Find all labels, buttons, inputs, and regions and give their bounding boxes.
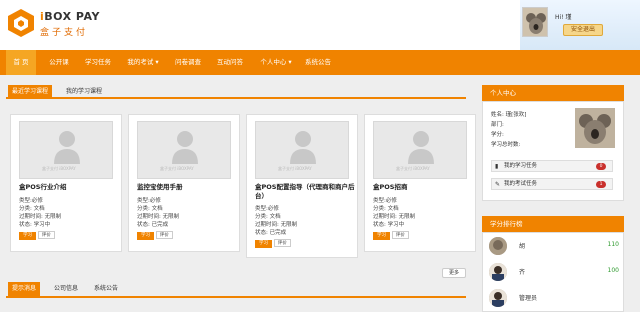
ranking-row: 胡 110 — [489, 235, 621, 259]
course-title[interactable]: 盒POS行业介绍 — [19, 183, 119, 192]
course-category: 分类: 文档 — [373, 206, 399, 212]
ranking-title: 学分排行榜 — [482, 216, 624, 232]
course-status: 状态: 学习中 — [373, 222, 405, 228]
ranking-body: 胡 110 齐 100 管理员 — [482, 232, 624, 312]
more-button[interactable]: 更多 — [442, 268, 466, 278]
edit-icon: ✎ — [495, 181, 501, 188]
evaluate-button[interactable]: 评价 — [273, 239, 291, 247]
avatar — [489, 289, 507, 307]
user-greeting: Hi! 瑾 — [555, 14, 572, 21]
course-type: 类型:必修 — [255, 206, 279, 212]
nav-personal-center[interactable]: 个人中心 ▾ — [254, 50, 298, 75]
nav-qa[interactable]: 互动问答 — [212, 50, 248, 75]
nav-learning-tasks[interactable]: 学习任务 — [80, 50, 116, 75]
task-count-badge: 0 — [596, 163, 606, 170]
my-learning-tasks-button[interactable]: ▮ 我的学习任务 0 — [491, 160, 613, 172]
personal-center-panel: 个人中心 姓名: 瑾[张欢] 部门: 学分: 学习总时数: ▮ 我的学习任务 0… — [482, 85, 624, 201]
course-expiry: 过期时间: 无限制 — [373, 214, 416, 220]
tab-my-courses[interactable]: 我的学习课程 — [62, 85, 106, 99]
learn-button[interactable]: 学习 — [137, 232, 154, 240]
user-name-line: 姓名: 瑾[张欢] — [491, 112, 527, 118]
course-status: 状态: 已完成 — [137, 222, 169, 228]
course-card[interactable]: 盒子支付 iBOXPAY 盒POS招商 类型:必修 分类: 文档 过期时间: 无… — [364, 114, 476, 252]
exam-count-badge: 1 — [596, 181, 606, 188]
user-credit-line: 学分: — [491, 132, 504, 138]
evaluate-button[interactable]: 评价 — [155, 231, 173, 239]
ranking-name: 齐 — [519, 269, 526, 276]
course-category: 分类: 文档 — [255, 214, 281, 220]
ranking-score: 100 — [607, 267, 619, 274]
personal-center-title: 个人中心 — [482, 85, 624, 101]
course-expiry: 过期时间: 无限制 — [137, 214, 180, 220]
course-expiry: 过期时间: 无限制 — [19, 214, 62, 220]
main-nav: 首 页 公开课 学习任务 我的考试 ▾ 问卷调查 互动问答 个人中心 ▾ 系统公… — [0, 50, 640, 75]
course-title[interactable]: 盒POS配置指导（代理商和商户后台） — [255, 183, 355, 201]
avatar — [522, 7, 548, 37]
learn-button[interactable]: 学习 — [373, 232, 390, 240]
book-icon: ▮ — [495, 163, 499, 170]
logout-button[interactable]: 安全退出 — [563, 24, 603, 36]
learn-button[interactable]: 学习 — [255, 240, 272, 248]
user-dept-line: 部门: — [491, 122, 504, 128]
course-section: 最近学习课程 我的学习课程 — [6, 82, 466, 99]
course-title[interactable]: 盒POS招商 — [373, 183, 473, 192]
avatar — [575, 108, 615, 148]
ranking-panel: 学分排行榜 胡 110 齐 100 管理员 — [482, 216, 624, 312]
message-tabs: 提示消息 公司信息 系统公告 — [6, 280, 466, 298]
my-exam-tasks-button[interactable]: ✎ 我的考试任务 1 — [491, 178, 613, 190]
nav-my-exams[interactable]: 我的考试 ▾ — [122, 50, 164, 75]
tab-recent-courses[interactable]: 最近学习课程 — [8, 85, 53, 99]
course-card[interactable]: 盒子支付 iBOXPAY 盒POS配置指导（代理商和商户后台） 类型:必修 分类… — [246, 114, 358, 258]
nav-announcements[interactable]: 系统公告 — [302, 50, 334, 75]
course-card[interactable]: 盒子支付 iBOXPAY 盒POS行业介绍 类型:必修 分类: 文档 过期时间:… — [10, 114, 122, 252]
evaluate-button[interactable]: 评价 — [391, 231, 409, 239]
course-thumbnail: 盒子支付 iBOXPAY — [373, 121, 467, 179]
course-thumbnail: 盒子支付 iBOXPAY — [137, 121, 231, 179]
ranking-name: 管理员 — [519, 295, 538, 302]
course-status: 状态: 已完成 — [255, 230, 287, 236]
ranking-score: 110 — [607, 241, 619, 248]
brand-logo: iBOX PAY 盒子支付 — [40, 10, 100, 38]
course-thumbnail: 盒子支付 iBOXPAY — [19, 121, 113, 179]
user-hours-line: 学习总时数: — [491, 142, 521, 148]
tab-notifications[interactable]: 提示消息 — [8, 282, 41, 296]
ibox-logo-icon — [8, 9, 34, 37]
course-category: 分类: 文档 — [19, 206, 45, 212]
page-header: iBOX PAY 盒子支付 Hi! 瑾 安全退出 — [0, 0, 640, 50]
personal-center-body: 姓名: 瑾[张欢] 部门: 学分: 学习总时数: ▮ 我的学习任务 0 ✎ 我的… — [482, 101, 624, 201]
ranking-row: 管理员 — [489, 287, 621, 311]
course-type: 类型:必修 — [373, 198, 397, 204]
evaluate-button[interactable]: 评价 — [37, 231, 55, 239]
nav-public-course[interactable]: 公开课 — [44, 50, 74, 75]
course-thumbnail: 盒子支付 iBOXPAY — [255, 121, 349, 179]
ranking-name: 胡 — [519, 243, 526, 250]
tab-company-info[interactable]: 公司信息 — [50, 282, 82, 296]
avatar — [489, 263, 507, 281]
learn-button[interactable]: 学习 — [19, 232, 36, 240]
avatar — [489, 237, 507, 255]
course-type: 类型:必修 — [19, 198, 43, 204]
course-status: 状态: 学习中 — [19, 222, 51, 228]
tab-system-announcements[interactable]: 系统公告 — [90, 282, 122, 296]
nav-home[interactable]: 首 页 — [6, 50, 36, 75]
course-category: 分类: 文档 — [137, 206, 163, 212]
course-card[interactable]: 盒子支付 iBOXPAY 监控宝使用手册 类型:必修 分类: 文档 过期时间: … — [128, 114, 240, 252]
course-expiry: 过期时间: 无限制 — [255, 222, 298, 228]
ranking-row: 齐 100 — [489, 261, 621, 285]
course-tabs: 最近学习课程 我的学习课程 — [6, 82, 466, 99]
nav-survey[interactable]: 问卷调查 — [170, 50, 206, 75]
course-title[interactable]: 监控宝使用手册 — [137, 183, 237, 192]
course-type: 类型:必修 — [137, 198, 161, 204]
